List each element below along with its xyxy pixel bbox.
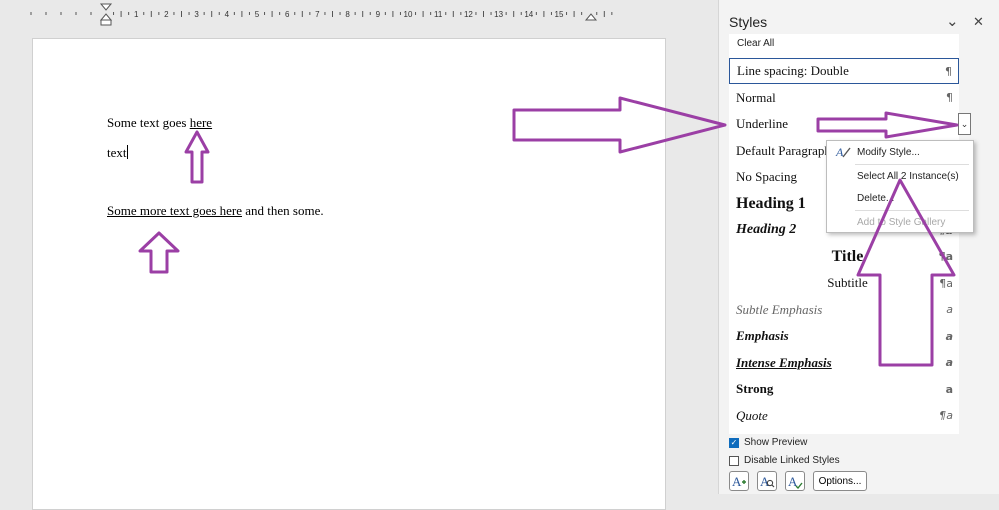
style-item-label: Title (831, 247, 864, 265)
style-item-emphasis[interactable]: Emphasis a (729, 323, 959, 349)
style-item-quote[interactable]: Quote ¶a (729, 403, 959, 429)
style-item-label: Quote (736, 407, 768, 423)
style-type-mark: ¶ (946, 91, 953, 104)
style-type-mark: a (945, 382, 953, 396)
paragraph-1[interactable]: Some text goes here (107, 115, 212, 131)
style-item-label: Heading 2 (736, 222, 797, 237)
ruler-number: 5 (255, 10, 260, 19)
close-icon[interactable]: ✕ (973, 14, 984, 30)
modify-style-icon: A (835, 145, 851, 159)
style-item-subtle-emphasis[interactable]: Subtle Emphasis a (729, 297, 959, 323)
new-style-icon: A (732, 474, 746, 489)
options-button[interactable]: Options... (813, 471, 867, 491)
style-type-mark: ¶a (939, 276, 953, 290)
style-item-label: Normal (736, 89, 776, 105)
style-type-mark: ¶a (938, 250, 953, 263)
chevron-down-icon[interactable]: ⌄ (946, 12, 959, 30)
select-all-instances-menu-item[interactable]: Select All 2 Instance(s) (857, 171, 959, 182)
styles-pane: Styles ⌄ ✕ Clear All Line spacing: Doubl… (718, 0, 999, 494)
style-type-mark: ¶a (939, 409, 953, 422)
style-item-underline[interactable]: Underline (729, 111, 959, 137)
styles-pane-title: Styles (729, 14, 768, 30)
paragraph-2[interactable]: text (107, 145, 128, 161)
clear-all-style[interactable]: Clear All (737, 38, 774, 49)
svg-text:A: A (835, 145, 844, 159)
show-preview-option[interactable]: ✓ Show Preview (729, 437, 807, 448)
style-item-intense-emphasis[interactable]: Intense Emphasis a (729, 350, 959, 376)
paragraph-2-text: text (107, 145, 127, 160)
style-item-label: Emphasis (736, 328, 789, 343)
style-type-mark: ¶ (945, 64, 952, 78)
disable-linked-option[interactable]: Disable Linked Styles (729, 455, 840, 466)
ruler-number: 7 (315, 10, 320, 19)
ruler-marks: 1 2 3 4 5 6 7 8 9 10 11 12 13 14 15 (30, 3, 613, 26)
style-item-subtitle[interactable]: Subtitle ¶a (729, 270, 959, 296)
ruler-number: 8 (345, 10, 350, 19)
add-to-gallery-menu-item: Add to Style Gallery (857, 217, 946, 228)
ruler-number: 6 (285, 10, 290, 19)
horizontal-ruler[interactable]: 1 2 3 4 5 6 7 8 9 10 11 12 13 14 15 (0, 0, 718, 28)
right-indent-marker[interactable] (584, 13, 598, 21)
show-preview-checkbox[interactable]: ✓ (729, 437, 739, 448)
show-preview-label: Show Preview (744, 437, 808, 448)
ruler-number: 11 (434, 10, 443, 19)
style-context-menu: A Modify Style... Select All 2 Instance(… (826, 140, 974, 233)
ruler-number: 2 (164, 10, 169, 19)
paragraph-3-text: and then some. (242, 203, 324, 218)
style-inspector-icon: A (760, 474, 775, 489)
style-item-label: Intense Emphasis (736, 354, 832, 370)
ruler-number: 12 (464, 10, 473, 19)
paragraph-3[interactable]: Some more text goes here and then some. (107, 203, 324, 219)
style-item-normal[interactable]: Normal ¶ (729, 85, 959, 111)
style-type-mark: a (945, 356, 953, 369)
new-style-button[interactable]: A (729, 471, 749, 491)
style-item-label: Subtle Emphasis (736, 301, 823, 317)
styles-list[interactable]: Clear All Line spacing: Double ¶ Normal ¶ Un… (729, 34, 959, 434)
style-item-strong[interactable]: Strong a (729, 376, 959, 402)
ruler-number: 10 (404, 10, 413, 19)
svg-text:A: A (732, 474, 742, 489)
ruler-number: 14 (524, 10, 533, 19)
ruler-number: 4 (225, 10, 230, 19)
paragraph-1-text: Some text goes (107, 115, 190, 130)
ruler-number: 13 (494, 10, 503, 19)
style-type-mark: a (946, 303, 953, 316)
style-item-label: No Spacing (736, 169, 798, 184)
ruler-number: 15 (555, 10, 564, 19)
indent-marker[interactable] (99, 3, 113, 26)
document-area: Some text goes here text Some more text … (0, 28, 718, 510)
style-item-label: Strong (736, 381, 774, 396)
document-page[interactable]: Some text goes here text Some more text … (32, 38, 666, 510)
style-item-label: Subtitle (827, 275, 868, 290)
style-item-label: Heading 1 (736, 194, 806, 212)
delete-style-menu-item[interactable]: Delete... (857, 193, 894, 204)
disable-linked-label: Disable Linked Styles (744, 455, 840, 466)
style-inspector-button[interactable]: A (757, 471, 777, 491)
style-item-label: Line spacing: Double (737, 63, 849, 78)
ruler-number: 9 (376, 10, 381, 19)
ruler-number: 3 (194, 10, 199, 19)
underlined-word-here: here (189, 115, 213, 130)
disable-linked-checkbox[interactable] (729, 455, 739, 466)
style-item-title[interactable]: Title ¶a (729, 244, 959, 270)
style-item-line-spacing-double[interactable]: Line spacing: Double ¶ (729, 58, 959, 84)
manage-styles-icon: A (788, 474, 803, 489)
style-item-label: Underline (736, 116, 788, 131)
modify-style-menu-item[interactable]: Modify Style... (857, 147, 920, 158)
style-type-mark: a (945, 329, 953, 343)
style-dropdown-button[interactable]: ⌄ (958, 113, 971, 135)
underlined-phrase: Some more text goes here (107, 203, 243, 218)
menu-separator (855, 164, 969, 165)
text-cursor (126, 145, 128, 159)
ruler-number: 1 (134, 10, 139, 19)
menu-separator (855, 210, 969, 211)
manage-styles-button[interactable]: A (785, 471, 805, 491)
